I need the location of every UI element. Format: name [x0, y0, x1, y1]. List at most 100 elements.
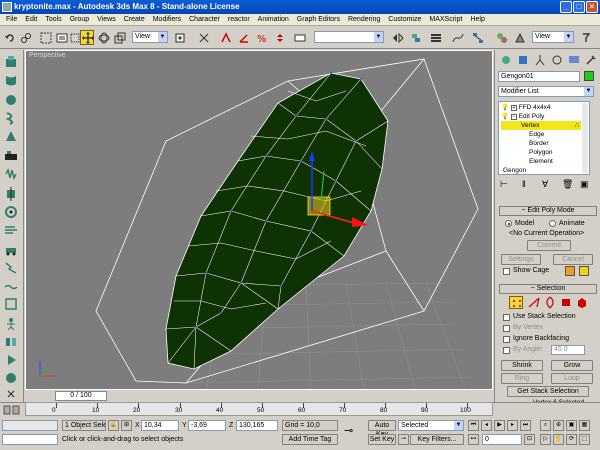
scale-icon[interactable]	[112, 30, 126, 45]
field-of-view-icon[interactable]: ▷	[540, 434, 551, 445]
utilities-tab-icon[interactable]	[585, 54, 597, 66]
named-selection-dropdown[interactable]: ▼	[314, 31, 384, 43]
cage-color-swatch[interactable]	[565, 266, 575, 276]
mini-listener-icon[interactable]	[2, 404, 22, 416]
loop-button[interactable]: Loop	[551, 373, 593, 384]
border-mode-icon[interactable]	[543, 296, 557, 309]
play-icon[interactable]: ▶	[494, 420, 505, 431]
zoom-extents-all-icon[interactable]: ▦	[579, 420, 590, 431]
maximize-button[interactable]: □	[573, 1, 585, 13]
go-to-start-icon[interactable]: ⏮	[468, 420, 479, 431]
display-tab-icon[interactable]	[568, 54, 580, 66]
maximize-viewport-icon[interactable]: ⬚	[579, 434, 590, 445]
select-link-icon[interactable]	[18, 30, 32, 45]
get-stack-selection-button[interactable]: Get Stack Selection	[507, 386, 589, 397]
wind-icon[interactable]	[3, 222, 20, 238]
key-mode-toggle-icon[interactable]: ⊷	[468, 434, 479, 445]
key-mode-dropdown[interactable]: Selected ▼	[398, 420, 464, 431]
next-frame-icon[interactable]: ▸	[507, 420, 518, 431]
plane-icon[interactable]	[3, 148, 20, 164]
modifier-list-dropdown[interactable]: Modifier List ▼	[498, 86, 594, 97]
render-view-dropdown[interactable]: View ▼	[532, 31, 574, 43]
schematic-view-icon[interactable]	[470, 30, 484, 45]
percent-snap-icon[interactable]: %	[254, 30, 268, 45]
render-scene-icon[interactable]	[512, 30, 526, 45]
orbit-icon[interactable]: ⟳	[566, 434, 577, 445]
spinner-snap-icon[interactable]	[272, 30, 286, 45]
y-coordinate-field[interactable]: -3,69	[188, 420, 226, 431]
menu-help[interactable]: Help	[466, 16, 488, 23]
polygon-mode-icon[interactable]	[559, 296, 573, 309]
stack-item-polygon[interactable]: Polygon	[501, 148, 553, 157]
object-name-field[interactable]: Gengon01	[498, 71, 580, 82]
make-unique-icon[interactable]: ∀	[542, 179, 548, 190]
undo-icon[interactable]	[2, 30, 16, 45]
stack-item-vertex[interactable]: Vertex ∴	[501, 121, 581, 130]
hierarchy-tab-icon[interactable]	[534, 54, 546, 66]
show-end-result-icon[interactable]: ‖	[522, 179, 526, 189]
grow-button[interactable]: Grow	[551, 360, 593, 371]
previous-frame-icon[interactable]: ◂	[481, 420, 492, 431]
perspective-viewport[interactable]	[25, 50, 493, 390]
auto-key-button[interactable]: Auto Key	[368, 420, 396, 438]
time-slider-thumb[interactable]: 0 / 100	[55, 391, 107, 401]
curve-editor-icon[interactable]	[450, 30, 464, 45]
angle-snap-icon[interactable]	[236, 30, 250, 45]
stack-item-border[interactable]: Border	[501, 139, 549, 148]
deforming-mesh-icon[interactable]	[3, 128, 20, 144]
rotate-icon[interactable]	[96, 30, 110, 45]
zoom-all-icon[interactable]: ⊕	[553, 420, 564, 431]
zoom-icon[interactable]: ⌕	[540, 420, 551, 431]
go-to-end-icon[interactable]: ⏭	[520, 420, 531, 431]
x-coordinate-field[interactable]: 10,34	[141, 420, 179, 431]
stack-scrollbar[interactable]	[582, 103, 588, 173]
edge-mode-icon[interactable]	[527, 296, 541, 309]
layer-manager-icon[interactable]	[428, 30, 442, 45]
edit-poly-mode-rollout-header[interactable]: − Edit Poly Mode	[499, 206, 597, 216]
cloth-collection-icon[interactable]	[3, 72, 20, 88]
settings-button[interactable]: Settings	[501, 254, 541, 265]
menu-animation[interactable]: Animation	[254, 16, 293, 23]
snap-toggle-icon[interactable]	[218, 30, 232, 45]
align-icon[interactable]	[408, 30, 422, 45]
motor-icon[interactable]	[3, 204, 20, 220]
quick-render-icon[interactable]	[578, 30, 592, 45]
by-vertex-checkbox[interactable]	[503, 325, 510, 332]
maxscript-listener-input[interactable]	[2, 434, 58, 445]
region-select-icon[interactable]	[67, 30, 81, 45]
time-config-icon[interactable]: ⊡	[524, 434, 535, 445]
preview-animation-icon[interactable]	[3, 352, 20, 368]
close-button[interactable]: ×	[586, 1, 598, 13]
soft-body-collection-icon[interactable]	[3, 92, 20, 108]
pivot-icon[interactable]	[172, 30, 186, 45]
toy-car-icon[interactable]	[3, 242, 20, 258]
menu-rendering[interactable]: Rendering	[344, 16, 384, 23]
menu-tools[interactable]: Tools	[41, 16, 65, 23]
menu-edit[interactable]: Edit	[21, 16, 41, 23]
cage-selected-color-swatch[interactable]	[579, 266, 589, 276]
set-key-icon[interactable]: ⊸	[398, 434, 409, 445]
fracture-icon[interactable]	[3, 260, 20, 276]
dashpot-icon[interactable]	[3, 186, 20, 202]
stack-item-edit-poly[interactable]: 💡 − Edit Poly	[501, 112, 544, 121]
shrink-button[interactable]: Shrink	[501, 360, 543, 371]
material-editor-icon[interactable]	[494, 30, 508, 45]
vertex-mode-icon[interactable]	[509, 296, 523, 309]
model-radio[interactable]	[505, 220, 512, 227]
time-slider[interactable]: 0 / 100	[25, 391, 493, 401]
menu-character[interactable]: Character	[185, 16, 224, 23]
spring-icon[interactable]	[3, 166, 20, 182]
remove-modifier-icon[interactable]: 🗑	[562, 179, 573, 190]
commit-button[interactable]: Commit	[527, 240, 571, 251]
element-mode-icon[interactable]	[575, 296, 589, 309]
move-icon[interactable]	[80, 30, 94, 45]
modify-tab-icon[interactable]	[517, 54, 529, 66]
configure-sets-icon[interactable]: ▣	[580, 179, 589, 190]
rope-collection-icon[interactable]	[3, 110, 20, 126]
menu-modifiers[interactable]: Modifiers	[149, 16, 185, 23]
current-frame-field[interactable]: 0	[482, 434, 522, 445]
stack-item-element[interactable]: Element	[501, 157, 553, 166]
stack-item-edge[interactable]: Edge	[501, 130, 544, 139]
use-stack-selection-checkbox[interactable]	[503, 314, 510, 321]
trackbar[interactable]: 0 10 20 30 40 50 60 70 80 90 100	[25, 402, 493, 416]
